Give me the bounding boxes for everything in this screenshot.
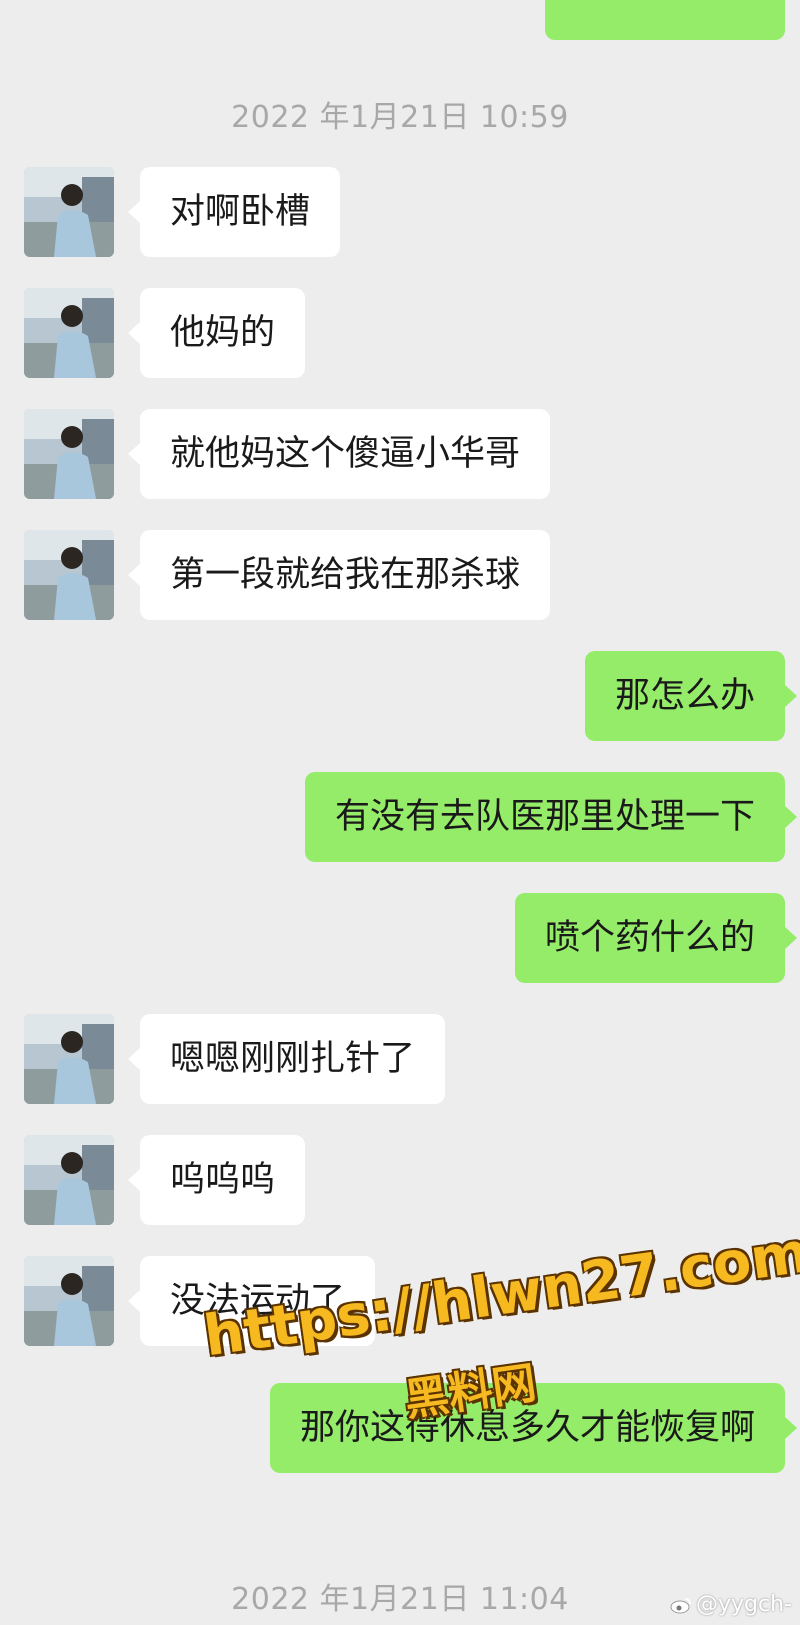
weibo-watermark: @yygch-: [670, 1592, 792, 1617]
sent-message-bubble[interactable]: 那怎么办: [584, 651, 798, 741]
person-photo-icon: [24, 288, 114, 378]
received-message-bubble[interactable]: 呜呜呜: [127, 1135, 306, 1225]
person-photo-icon: [24, 530, 114, 620]
sent-message-bubble[interactable]: 喷个药什么的: [514, 893, 798, 983]
message-row: 第一段就给我在那杀球: [0, 530, 800, 620]
weibo-handle: @yygch-: [696, 1592, 792, 1617]
person-photo-icon: [24, 1135, 114, 1225]
person-photo-icon: [24, 409, 114, 499]
message-row: 那怎么办: [0, 651, 800, 741]
message-row: 他妈的: [0, 288, 800, 378]
previous-sent-bubble[interactable]: [545, 0, 785, 40]
sent-message-bubble[interactable]: 有没有去队医那里处理一下: [304, 772, 798, 862]
received-message-bubble[interactable]: 他妈的: [127, 288, 306, 378]
sent-message-bubble[interactable]: 那你这得休息多久才能恢复啊: [269, 1383, 798, 1473]
message-row: 那你这得休息多久才能恢复啊: [0, 1383, 800, 1473]
contact-avatar[interactable]: [24, 409, 114, 499]
person-photo-icon: [24, 167, 114, 257]
contact-avatar[interactable]: [24, 288, 114, 378]
received-message-bubble[interactable]: 就他妈这个傻逼小华哥: [127, 409, 551, 499]
contact-avatar[interactable]: [24, 1014, 114, 1104]
chat-window: 2022 年1月21日 10:59 对啊卧槽 他妈的 就他妈这个傻逼小华哥 第一…: [0, 0, 800, 1625]
message-row: 没法运动了: [0, 1256, 800, 1346]
received-message-bubble[interactable]: 对啊卧槽: [127, 167, 341, 257]
received-message-bubble[interactable]: 嗯嗯刚刚扎针了: [127, 1014, 446, 1104]
message-row: 有没有去队医那里处理一下: [0, 772, 800, 862]
message-row: 就他妈这个傻逼小华哥: [0, 409, 800, 499]
person-photo-icon: [24, 1014, 114, 1104]
contact-avatar[interactable]: [24, 530, 114, 620]
person-photo-icon: [24, 1256, 114, 1346]
contact-avatar[interactable]: [24, 1135, 114, 1225]
message-row: 嗯嗯刚刚扎针了: [0, 1014, 800, 1104]
received-message-bubble[interactable]: 没法运动了: [127, 1256, 376, 1346]
weibo-logo-icon: [670, 1597, 691, 1613]
message-row: 喷个药什么的: [0, 893, 800, 983]
contact-avatar[interactable]: [24, 1256, 114, 1346]
message-row: 呜呜呜: [0, 1135, 800, 1225]
message-row: 对啊卧槽: [0, 167, 800, 257]
timestamp-first: 2022 年1月21日 10:59: [231, 100, 569, 135]
received-message-bubble[interactable]: 第一段就给我在那杀球: [127, 530, 551, 620]
contact-avatar[interactable]: [24, 167, 114, 257]
